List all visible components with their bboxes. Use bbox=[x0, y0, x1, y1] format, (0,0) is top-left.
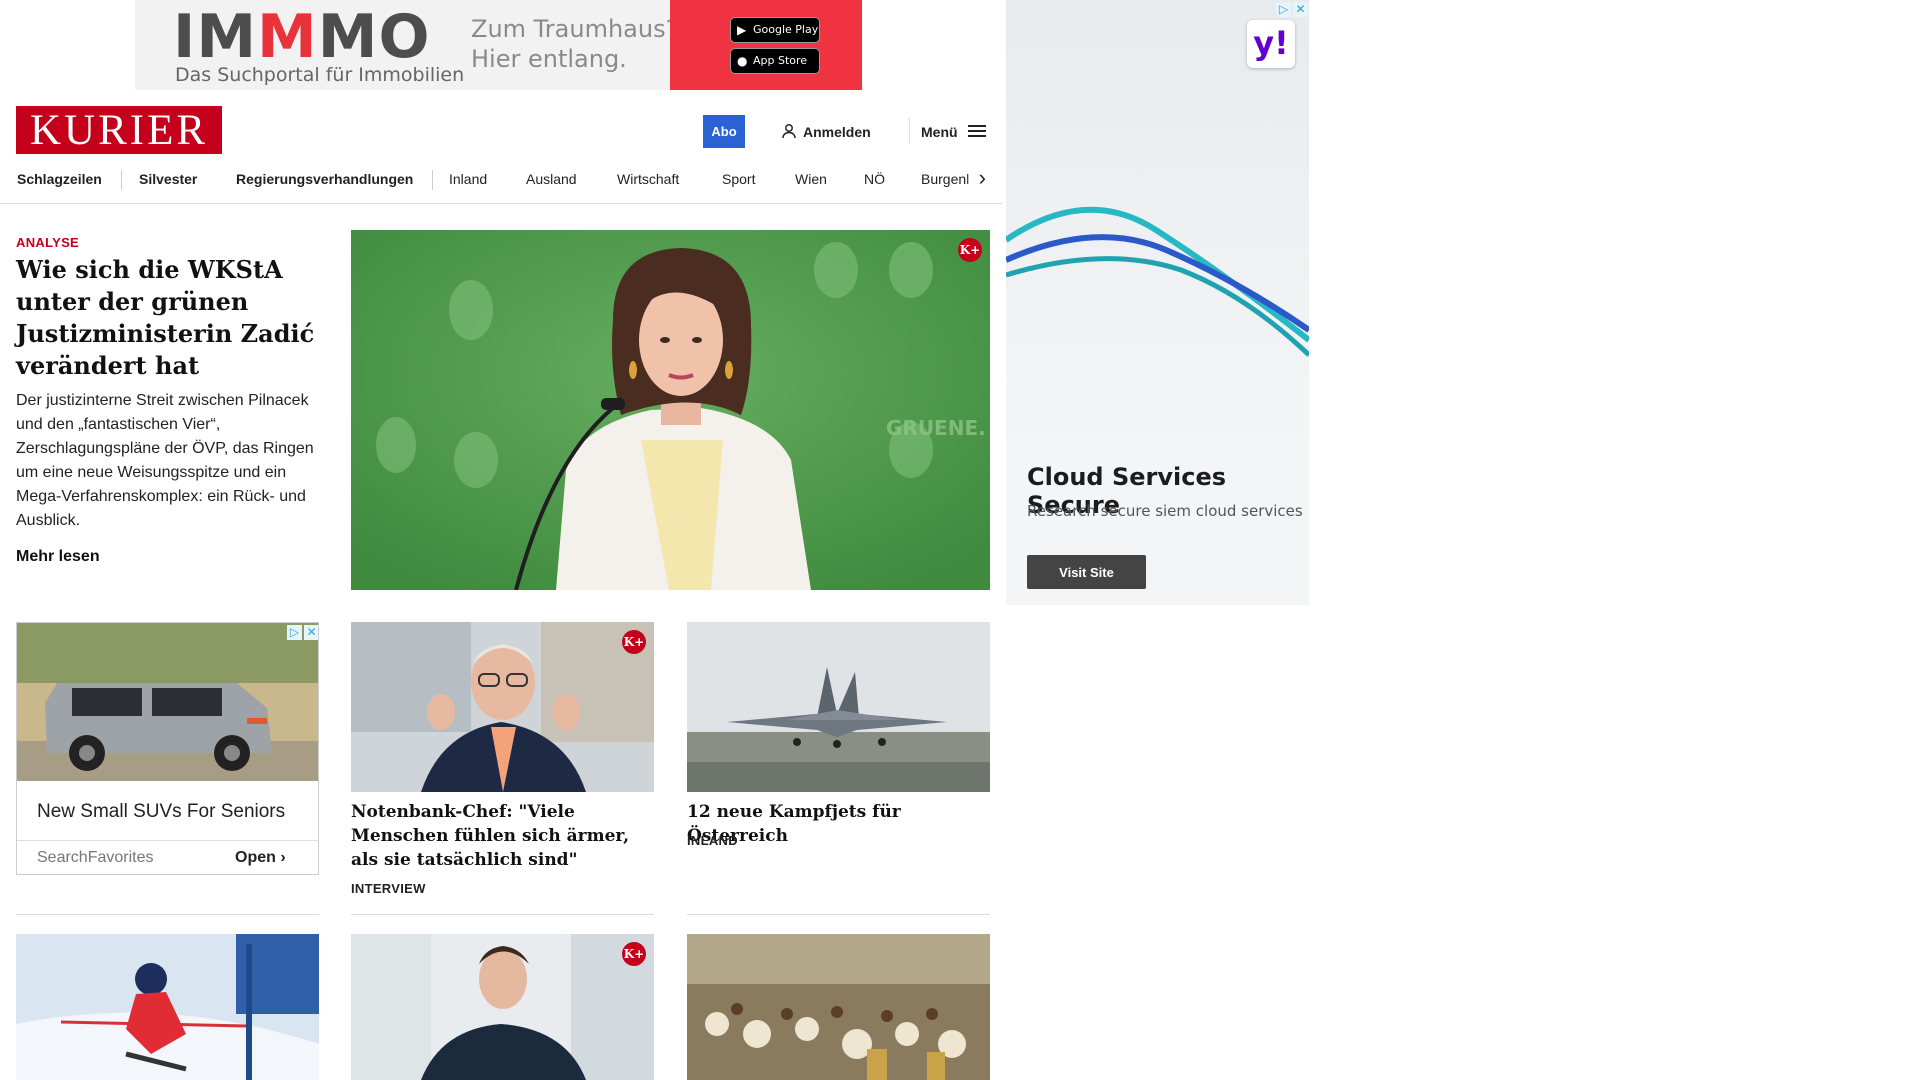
card-category[interactable]: INLAND bbox=[687, 833, 738, 848]
menu-button[interactable]: Menü bbox=[921, 118, 986, 146]
yahoo-logo-icon: y! bbox=[1247, 20, 1295, 68]
apple-icon: ● bbox=[737, 54, 748, 68]
card-image-notenbank[interactable]: K+ bbox=[351, 622, 654, 792]
header-divider bbox=[909, 118, 910, 144]
nav-item-wien[interactable]: Wien bbox=[795, 166, 827, 203]
row-divider bbox=[687, 914, 990, 915]
car-ad-title[interactable]: New Small SUVs For Seniors bbox=[37, 801, 285, 823]
adchoices-icon[interactable]: ▷ bbox=[1276, 2, 1291, 17]
lead-teaser: Der justizinterne Streit zwischen Pilnac… bbox=[16, 392, 314, 529]
menu-label: Menü bbox=[921, 124, 958, 140]
abo-button[interactable]: Abo bbox=[703, 115, 745, 148]
play-store-icon: ▶ bbox=[737, 23, 747, 37]
adchoices-icon[interactable]: ▷ bbox=[287, 625, 302, 640]
kurier-logo[interactable]: KURIER bbox=[16, 106, 222, 154]
hamburger-icon bbox=[967, 124, 986, 141]
card-image-ski[interactable] bbox=[16, 934, 319, 1080]
chevron-right-icon: › bbox=[280, 849, 286, 866]
nav-item-sport[interactable]: Sport bbox=[722, 166, 755, 203]
card-image-kampfjets[interactable] bbox=[687, 622, 990, 792]
nav-item-noe[interactable]: NÖ bbox=[864, 166, 885, 203]
press-conference-photo: GRUENE. bbox=[351, 230, 990, 590]
visit-site-button[interactable]: Visit Site bbox=[1027, 555, 1146, 589]
close-icon[interactable]: ✕ bbox=[1293, 2, 1308, 17]
nav-divider bbox=[121, 170, 122, 190]
nav-item-regierungsverhandlungen[interactable]: Regierungsverhandlungen bbox=[236, 166, 413, 203]
ad-subline: Das Suchportal für Immobilien bbox=[175, 64, 465, 86]
ad-store-panel: ▶ Google Play ● App Store bbox=[670, 0, 862, 90]
read-more-link[interactable]: Mehr lesen bbox=[16, 548, 100, 566]
ad-choices[interactable]: ▷ ✕ bbox=[287, 625, 318, 641]
svg-text:GRUENE.: GRUENE. bbox=[886, 416, 986, 440]
card-image-portrait[interactable]: K+ bbox=[351, 934, 654, 1080]
native-ad-car[interactable]: ▷ ✕ New Small SUVs For Seniors SearchFavo… bbox=[16, 622, 319, 875]
app-store-badge[interactable]: ● App Store bbox=[730, 48, 820, 74]
card-headline[interactable]: Notenbank-Chef: "Viele Menschen fühlen s… bbox=[351, 800, 656, 872]
nav-item-ausland[interactable]: Ausland bbox=[526, 166, 577, 203]
ad-brand-logo: IMMMO bbox=[173, 2, 431, 72]
kplus-badge: K+ bbox=[622, 630, 646, 654]
nav-item-burgenland[interactable]: Burgenl bbox=[921, 166, 969, 203]
card-image-ball-painting[interactable] bbox=[687, 934, 990, 1080]
login-label: Anmelden bbox=[803, 124, 871, 140]
login-link[interactable]: Anmelden bbox=[781, 118, 871, 146]
card-category[interactable]: INTERVIEW bbox=[351, 881, 426, 896]
side-ad-description: Research secure siem cloud services bbox=[1027, 502, 1303, 520]
ad-claim: Zum Traumhaus? Hier entlang. bbox=[471, 15, 679, 73]
nav-scroll-right-icon[interactable]: › bbox=[966, 166, 1002, 192]
side-display-ad[interactable]: y! ▷ ✕ Cloud Services Secure Research sec… bbox=[1006, 0, 1309, 605]
section-nav: Schlagzeilen Silvester Regierungsverhand… bbox=[0, 166, 1002, 204]
kplus-badge: K+ bbox=[958, 238, 982, 262]
lead-kicker: ANALYSE bbox=[16, 235, 80, 250]
car-ad-open-button[interactable]: Open › bbox=[235, 849, 286, 867]
car-ad-source: SearchFavorites bbox=[37, 849, 154, 866]
nav-divider bbox=[432, 170, 433, 190]
ad-choices[interactable]: ▷ ✕ bbox=[1276, 2, 1308, 18]
nav-item-wirtschaft[interactable]: Wirtschaft bbox=[617, 166, 679, 203]
car-ad-image: ▷ ✕ bbox=[17, 623, 318, 781]
divider bbox=[17, 840, 318, 841]
lead-headline[interactable]: Wie sich die WKStA un­ter der grünen Jus… bbox=[16, 254, 316, 382]
kplus-badge: K+ bbox=[622, 942, 646, 966]
user-icon bbox=[781, 123, 797, 142]
row-divider bbox=[351, 914, 654, 915]
lead-article-image[interactable]: GRUENE. K+ bbox=[351, 230, 990, 590]
close-icon[interactable]: ✕ bbox=[304, 625, 318, 640]
google-play-badge[interactable]: ▶ Google Play bbox=[730, 17, 820, 43]
nav-item-silvester[interactable]: Silvester bbox=[139, 166, 197, 203]
row-divider bbox=[16, 914, 319, 915]
top-banner-ad[interactable]: IMMMO Das Suchportal für Immobilien Zum … bbox=[135, 0, 862, 90]
nav-item-inland[interactable]: Inland bbox=[449, 166, 487, 203]
nav-item-schlagzeilen[interactable]: Schlagzeilen bbox=[17, 166, 102, 203]
